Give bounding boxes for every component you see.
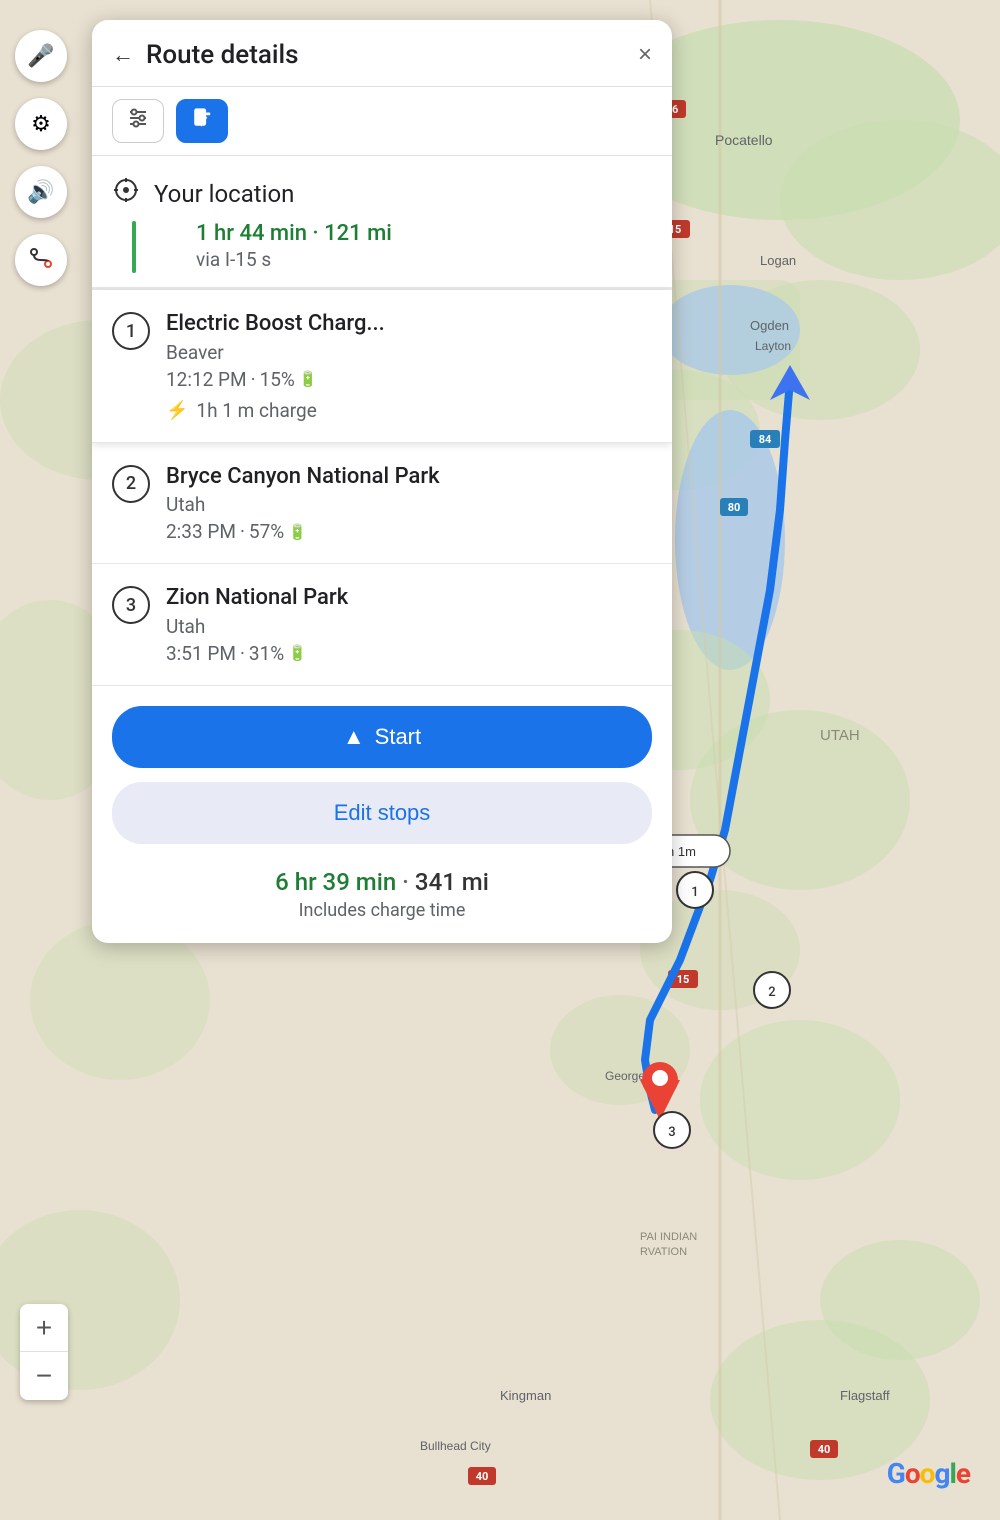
lightning-icon-1: ⚡ xyxy=(166,400,188,421)
ev-charge-icon xyxy=(191,107,213,135)
battery-icon-3: 🔋 xyxy=(288,644,307,662)
battery-icon-1: 🔋 xyxy=(299,370,318,388)
close-icon: × xyxy=(638,41,652,68)
stop-2-name: Bryce Canyon National Park xyxy=(166,463,652,492)
route-green-line xyxy=(132,221,136,273)
stop-item-3: 3 Zion National Park Utah 3:51 PM · 31% … xyxy=(92,564,672,686)
zoom-controls: + − xyxy=(20,1304,68,1400)
svg-text:Bullhead City: Bullhead City xyxy=(420,1439,491,1453)
edit-stops-label: Edit stops xyxy=(334,800,431,826)
total-time-value: 6 hr 39 min xyxy=(275,868,396,896)
svg-text:15: 15 xyxy=(677,973,690,986)
google-logo: Google xyxy=(887,1457,970,1490)
stop-number-3: 3 xyxy=(112,586,150,624)
stop-1-name: Electric Boost Charg... xyxy=(166,310,652,339)
google-e: e xyxy=(956,1457,970,1490)
stop-1-details: Electric Boost Charg... Beaver 12:12 PM … xyxy=(166,310,652,422)
filter-ev-tab[interactable] xyxy=(176,99,228,143)
stop-3-details: Zion National Park Utah 3:51 PM · 31% 🔋 xyxy=(166,584,652,665)
google-g: G xyxy=(887,1457,905,1490)
sliders-icon xyxy=(126,106,150,136)
stop-item-2: 2 Bryce Canyon National Park Utah 2:33 P… xyxy=(92,443,672,565)
total-time-distance: 6 hr 39 min · 341 mi xyxy=(112,868,652,896)
volume-icon: 🔊 xyxy=(27,179,54,205)
route-button[interactable] xyxy=(15,234,67,286)
edit-stops-button[interactable]: Edit stops xyxy=(112,782,652,844)
svg-text:40: 40 xyxy=(818,1443,831,1456)
svg-text:40: 40 xyxy=(476,1470,489,1483)
includes-charge-label: Includes charge time xyxy=(112,900,652,921)
svg-text:Pocatello: Pocatello xyxy=(715,132,773,148)
svg-text:Ogden: Ogden xyxy=(750,318,789,333)
zoom-in-button[interactable]: + xyxy=(20,1304,68,1352)
route-icon xyxy=(29,246,53,275)
svg-text:UTAH: UTAH xyxy=(820,727,860,744)
svg-text:1: 1 xyxy=(691,885,698,900)
svg-text:3: 3 xyxy=(668,1125,675,1140)
stop-item-1: 1 Electric Boost Charg... Beaver 12:12 P… xyxy=(92,290,672,443)
stop-number-2: 2 xyxy=(112,465,150,503)
zoom-out-button[interactable]: − xyxy=(20,1352,68,1400)
stop-1-charge: ⚡ 1h 1 m charge xyxy=(166,399,652,422)
stop-2-meta: 2:33 PM · 57% 🔋 xyxy=(166,520,652,543)
stop-2-region: Utah xyxy=(166,493,652,516)
settings-button[interactable]: ⚙ xyxy=(15,98,67,150)
svg-text:RVATION: RVATION xyxy=(640,1246,687,1258)
battery-icon-2: 🔋 xyxy=(288,523,307,541)
your-location-label: Your location xyxy=(154,180,294,208)
google-o1: o xyxy=(905,1457,920,1490)
panel-header: ← Route details × xyxy=(92,20,672,87)
svg-text:84: 84 xyxy=(759,433,772,446)
location-target-icon xyxy=(112,176,140,211)
back-arrow-icon: ← xyxy=(112,42,134,68)
close-button[interactable]: × xyxy=(638,41,652,69)
zoom-in-icon: + xyxy=(36,1312,52,1344)
start-nav-icon: ▲ xyxy=(343,724,365,750)
google-o2: o xyxy=(920,1457,935,1490)
stop-1-meta: 12:12 PM · 15% 🔋 xyxy=(166,368,652,391)
button-section: ▲ Start Edit stops xyxy=(92,686,672,854)
route-dist: · 121 mi xyxy=(312,221,391,246)
volume-button[interactable]: 🔊 xyxy=(15,166,67,218)
stop-3-region: Utah xyxy=(166,615,652,638)
stop-1-region: Beaver xyxy=(166,341,652,364)
stop-number-1: 1 xyxy=(112,312,150,350)
total-distance-value: 341 mi xyxy=(415,868,489,896)
route-time: 1 hr 44 min xyxy=(196,221,307,246)
svg-text:Logan: Logan xyxy=(760,253,796,268)
stop-3-name: Zion National Park xyxy=(166,584,652,613)
filter-sliders-tab[interactable] xyxy=(112,99,164,143)
svg-text:Layton: Layton xyxy=(755,339,791,353)
settings-icon: ⚙ xyxy=(31,111,51,137)
stop-3-meta: 3:51 PM · 31% 🔋 xyxy=(166,642,652,665)
route-via: via I-15 s xyxy=(196,248,392,271)
svg-text:George: George xyxy=(605,1069,645,1083)
svg-text:80: 80 xyxy=(728,501,741,514)
your-location-section: Your location 1 hr 44 min · 121 mi via I… xyxy=(92,156,672,290)
filter-tabs xyxy=(92,87,672,156)
back-button[interactable]: ← xyxy=(112,42,134,68)
mic-button[interactable]: 🎤 xyxy=(15,30,67,82)
start-label: Start xyxy=(375,724,421,750)
svg-text:Flagstaff: Flagstaff xyxy=(840,1388,890,1403)
zoom-out-icon: − xyxy=(36,1360,52,1392)
google-g2: g xyxy=(934,1457,949,1490)
svg-text:PAI INDIAN: PAI INDIAN xyxy=(640,1231,697,1243)
total-section: 6 hr 39 min · 341 mi Includes charge tim… xyxy=(92,854,672,943)
left-icon-panel: 🎤 ⚙ 🔊 xyxy=(0,0,82,286)
panel-title: Route details xyxy=(146,40,638,70)
mic-icon: 🎤 xyxy=(27,43,54,69)
svg-text:Kingman: Kingman xyxy=(500,1388,551,1403)
stop-2-details: Bryce Canyon National Park Utah 2:33 PM … xyxy=(166,463,652,544)
route-time-distance: 1 hr 44 min · 121 mi xyxy=(196,221,392,246)
route-details-panel: ← Route details × xyxy=(92,20,672,943)
start-button[interactable]: ▲ Start xyxy=(112,706,652,768)
svg-text:2: 2 xyxy=(768,985,775,1000)
